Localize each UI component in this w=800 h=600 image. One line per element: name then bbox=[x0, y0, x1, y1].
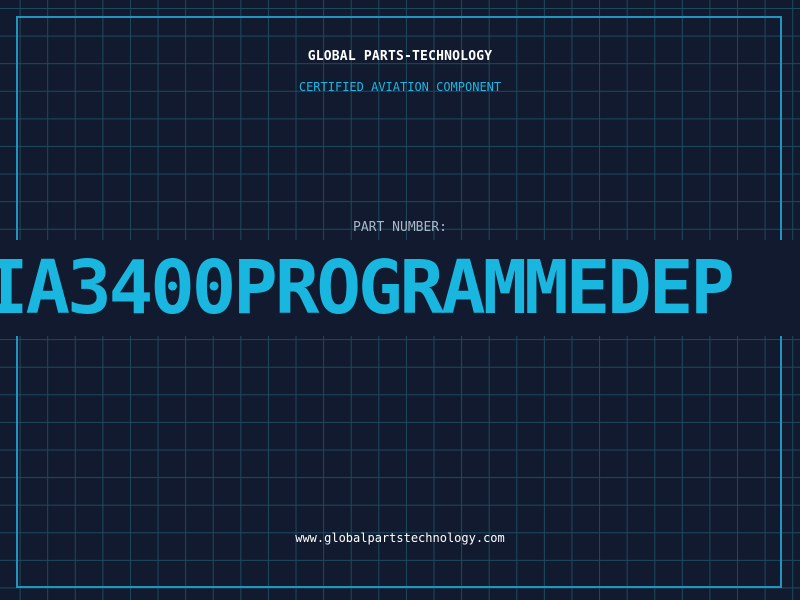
part-number-value: IA3400PROGRAMMEDEP bbox=[0, 245, 735, 331]
part-number-label: PART NUMBER: bbox=[353, 220, 447, 235]
part-card: GLOBAL PARTS-TECHNOLOGY CERTIFIED AVIATI… bbox=[0, 0, 800, 600]
certification-tagline: CERTIFIED AVIATION COMPONENT bbox=[298, 80, 502, 94]
part-number-band: IA3400PROGRAMMEDEP bbox=[0, 240, 800, 336]
company-name: GLOBAL PARTS-TECHNOLOGY bbox=[307, 49, 493, 64]
website-url: www.globalpartstechnology.com bbox=[295, 531, 505, 545]
